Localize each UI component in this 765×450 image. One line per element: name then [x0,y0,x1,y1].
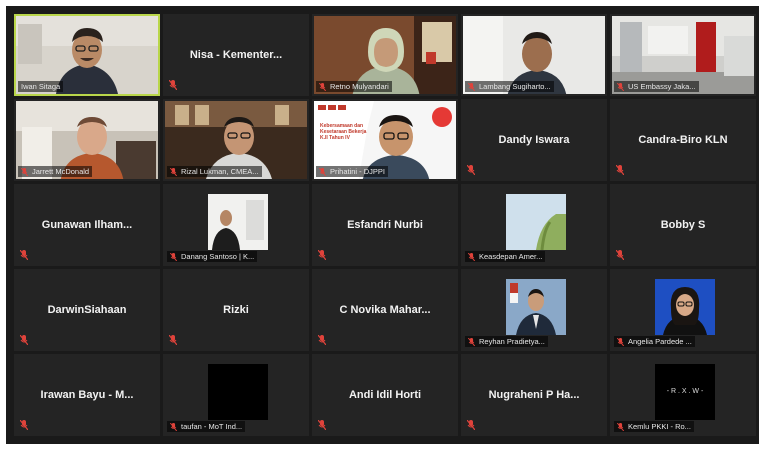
participant-name: Prihatini - DJPPI [330,167,386,176]
participant-name: Lambang Sugiharto... [479,82,551,91]
microphone-muted-icon [468,83,475,91]
participant-name-caption: Lambang Sugiharto... [465,81,554,92]
participant-name-caption: Keasdepan Amer... [465,251,546,262]
microphone-muted-icon [170,253,177,261]
microphone-muted-icon [20,335,28,345]
participant-name-caption: taufan - MoT Ind... [167,421,246,432]
event-logos [318,105,346,110]
participant-name: DarwinSiahaan [47,304,127,316]
participant-tile-danang[interactable]: Danang Santoso | K... [163,184,309,266]
participant-tile-irawan[interactable]: Irawan Bayu - M... [14,354,160,436]
participant-grid: Iwan Sitaga Nisa - Kementer... Retno Mul… [14,14,756,436]
microphone-muted-icon [169,80,177,90]
participant-tile-rizki[interactable]: Rizki [163,269,309,351]
participant-name: taufan - MoT Ind... [181,422,243,431]
profile-overlay-text: - R . X . W - [666,388,704,395]
participant-tile-gunawan[interactable]: Gunawan Ilham... [14,184,160,266]
participant-name: Rizal Lukman, CMEA... [181,167,259,176]
microphone-muted-icon [319,83,326,91]
microphone-muted-icon [617,338,624,346]
participant-name-caption: Kemlu PKKI - Ro... [614,421,694,432]
participant-tile-nugraheni[interactable]: Nugraheni P Ha... [461,354,607,436]
participant-profile-photo [208,364,268,420]
meeting-window: Iwan Sitaga Nisa - Kementer... Retno Mul… [6,6,759,444]
participant-name: Nisa - Kementer... [189,49,283,61]
participant-name: Danang Santoso | K... [181,252,255,261]
microphone-muted-icon [617,83,624,91]
participant-profile-photo [506,194,566,250]
participant-name: Candra-Biro KLN [638,134,728,146]
participant-tile-iwan[interactable]: Iwan Sitaga [14,14,160,96]
participant-name: Andi Idil Horti [348,389,422,401]
participant-tile-angelia[interactable]: Angelia Pardede ... [610,269,756,351]
participant-tile-reyhan[interactable]: Reyhan Pradietya... [461,269,607,351]
participant-name: Keasdepan Amer... [479,252,543,261]
participant-name: Rizki [223,304,249,316]
participant-name-caption: Iwan Sitaga [18,81,64,92]
microphone-muted-icon [617,423,624,431]
participant-name-caption: US Embassy Jaka... [614,81,699,92]
microphone-muted-icon [318,250,326,260]
participant-name: Dandy Iswara [498,134,570,146]
participant-tile-esfandri[interactable]: Esfandri Nurbi [312,184,458,266]
participant-profile-photo [506,279,566,335]
participant-tile-kemlu[interactable]: - R . X . W - Kemlu PKKI - Ro... [610,354,756,436]
microphone-muted-icon [318,420,326,430]
microphone-muted-icon [318,335,326,345]
participant-name: Esfandri Nurbi [347,219,423,231]
participant-profile-photo: - R . X . W - [655,364,715,420]
participant-tile-retno[interactable]: Retno Mulyandari [312,14,458,96]
microphone-muted-icon [21,168,28,176]
participant-name-caption: Jarrett McDonald [18,166,93,177]
microphone-muted-icon [169,335,177,345]
participant-name: US Embassy Jaka... [628,82,696,91]
participant-tile-lambang[interactable]: Lambang Sugiharto... [461,14,607,96]
participant-name-caption: Angelia Pardede ... [614,336,695,347]
participant-name: Gunawan Ilham... [41,219,133,231]
microphone-muted-icon [319,168,326,176]
participant-tile-nisa[interactable]: Nisa - Kementer... [163,14,309,96]
microphone-muted-icon [20,420,28,430]
participant-name-caption: Reyhan Pradietya... [465,336,548,347]
participant-tile-us-embassy[interactable]: US Embassy Jaka... [610,14,756,96]
participant-name: C Novika Mahar... [339,304,431,316]
participant-name: Kemlu PKKI - Ro... [628,422,691,431]
participant-tile-novika[interactable]: C Novika Mahar... [312,269,458,351]
participant-tile-jarrett[interactable]: Jarrett McDonald [14,99,160,181]
participant-name: Bobby S [660,219,706,231]
participant-name-caption: Prihatini - DJPPI [316,166,389,177]
participant-name: Reyhan Pradietya... [479,337,545,346]
microphone-muted-icon [170,168,177,176]
participant-name: Nugraheni P Ha... [488,389,580,401]
participant-tile-prihatini[interactable]: Kebersamaan dan Kesetaraan Bekerja K.II … [312,99,458,181]
microphone-muted-icon [467,420,475,430]
participant-tile-rizal[interactable]: Rizal Lukman, CMEA... [163,99,309,181]
participant-tile-candra[interactable]: Candra-Biro KLN [610,99,756,181]
microphone-muted-icon [170,423,177,431]
participant-profile-photo [655,279,715,335]
microphone-muted-icon [616,165,624,175]
participant-tile-dandy[interactable]: Dandy Iswara [461,99,607,181]
participant-tile-taufan[interactable]: taufan - MoT Ind... [163,354,309,436]
microphone-muted-icon [20,250,28,260]
microphone-muted-icon [616,250,624,260]
participant-name: Retno Mulyandari [330,82,389,91]
participant-tile-bobby[interactable]: Bobby S [610,184,756,266]
participant-name-caption: Rizal Lukman, CMEA... [167,166,262,177]
event-banner-text: Kebersamaan dan Kesetaraan Bekerja K.II … [320,123,367,141]
participant-tile-darwin[interactable]: DarwinSiahaan [14,269,160,351]
participant-profile-photo [208,194,268,250]
participant-name: Iwan Sitaga [21,82,61,91]
participant-name: Angelia Pardede ... [628,337,692,346]
microphone-muted-icon [467,165,475,175]
participant-tile-andi[interactable]: Andi Idil Horti [312,354,458,436]
microphone-muted-icon [468,253,475,261]
microphone-muted-icon [468,338,475,346]
participant-name: Jarrett McDonald [32,167,90,176]
participant-name: Irawan Bayu - M... [40,389,134,401]
participant-tile-keasdepan[interactable]: Keasdepan Amer... [461,184,607,266]
participant-name-caption: Danang Santoso | K... [167,251,258,262]
participant-name-caption: Retno Mulyandari [316,81,392,92]
